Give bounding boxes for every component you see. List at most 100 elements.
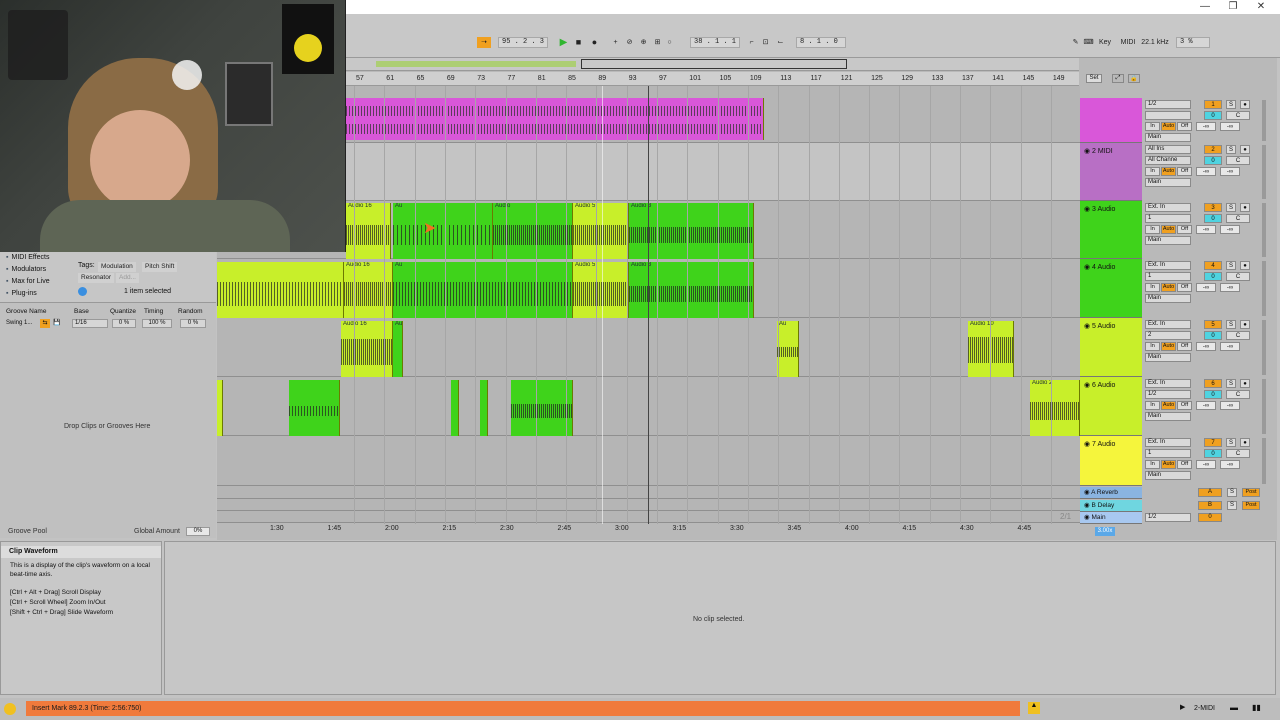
detail-toggle-icon[interactable]: ▬ bbox=[1230, 703, 1238, 712]
track-activator[interactable]: 2 bbox=[1204, 145, 1222, 154]
arm-button[interactable]: ● bbox=[1240, 379, 1250, 388]
send-b-field[interactable]: -∞ bbox=[1220, 122, 1240, 131]
send-b-field[interactable]: -∞ bbox=[1220, 225, 1240, 234]
return-activator[interactable]: A bbox=[1198, 488, 1222, 497]
track-header[interactable]: ◉ 2 MIDI bbox=[1080, 143, 1142, 201]
audio-clip[interactable]: Audio 2 bbox=[1030, 380, 1080, 436]
groove-quantize[interactable]: 0 % bbox=[112, 319, 136, 328]
input-type-select[interactable]: 1/2 bbox=[1145, 100, 1191, 109]
pan-field[interactable]: C bbox=[1226, 272, 1250, 281]
send-a-field[interactable]: -∞ bbox=[1196, 225, 1216, 234]
restore-icon[interactable]: ❐ bbox=[1226, 1, 1240, 13]
monitor-auto[interactable]: Auto bbox=[1161, 283, 1176, 292]
input-type-select[interactable]: Ext. In bbox=[1145, 438, 1191, 447]
midi-map-button[interactable]: MIDI bbox=[1118, 37, 1138, 48]
send-a-field[interactable]: -∞ bbox=[1196, 342, 1216, 351]
set-button[interactable]: Set bbox=[1086, 74, 1102, 83]
volume-field[interactable]: 0 bbox=[1204, 156, 1222, 165]
send-a-field[interactable]: -∞ bbox=[1196, 401, 1216, 410]
audio-clip[interactable]: Audio 16 bbox=[344, 262, 393, 318]
send-a-field[interactable]: -∞ bbox=[1196, 122, 1216, 131]
automation-arm-icon[interactable]: ⊘ bbox=[624, 37, 635, 48]
monitor-switch[interactable]: In Auto Off bbox=[1145, 342, 1192, 351]
input-channel-select[interactable] bbox=[1145, 111, 1191, 120]
monitor-switch[interactable]: In Auto Off bbox=[1145, 401, 1192, 410]
monitor-in[interactable]: In bbox=[1145, 460, 1160, 469]
monitor-auto[interactable]: Auto bbox=[1161, 342, 1176, 351]
computer-keyboard-icon[interactable]: ⌨ bbox=[1083, 37, 1094, 48]
global-amount-field[interactable]: 0% bbox=[186, 527, 210, 536]
arm-button[interactable]: ● bbox=[1240, 100, 1250, 109]
track-header[interactable]: ◉ 5 Audio bbox=[1080, 318, 1142, 377]
volume-field[interactable]: 0 bbox=[1204, 214, 1222, 223]
loop-icon[interactable]: ○ bbox=[664, 37, 675, 48]
groove-name[interactable]: Swing 1... bbox=[6, 320, 32, 326]
browser-item[interactable]: ▪ MIDI Effects bbox=[6, 252, 72, 263]
zoom-display[interactable]: 3.00x bbox=[1095, 527, 1115, 536]
play-small-icon[interactable]: ▶ bbox=[1180, 703, 1185, 711]
monitor-in[interactable]: In bbox=[1145, 167, 1160, 176]
browser-item[interactable]: ▪ Max for Live bbox=[6, 276, 72, 287]
track-header[interactable] bbox=[1080, 98, 1142, 143]
track-activator[interactable]: 4 bbox=[1204, 261, 1222, 270]
follow-icon[interactable]: ➝ bbox=[477, 37, 491, 48]
monitor-auto[interactable]: Auto bbox=[1161, 167, 1176, 176]
post-button[interactable]: Post bbox=[1242, 501, 1260, 510]
detail-view[interactable]: No clip selected. bbox=[164, 541, 1276, 695]
input-channel-select[interactable]: 1 bbox=[1145, 449, 1191, 458]
monitor-switch[interactable]: In Auto Off bbox=[1145, 122, 1192, 131]
send-b-field[interactable]: -∞ bbox=[1220, 342, 1240, 351]
monitor-auto[interactable]: Auto bbox=[1161, 401, 1176, 410]
record-icon[interactable]: ● bbox=[589, 37, 600, 48]
monitor-off[interactable]: Off bbox=[1177, 225, 1192, 234]
output-select[interactable]: Main bbox=[1145, 133, 1191, 142]
key-map-button[interactable]: Key bbox=[1096, 37, 1114, 48]
lock-icon[interactable]: 🔒 bbox=[1128, 74, 1140, 83]
pan-field[interactable]: C bbox=[1226, 390, 1250, 399]
monitor-in[interactable]: In bbox=[1145, 283, 1160, 292]
solo-button[interactable]: S bbox=[1226, 145, 1236, 154]
send-a-field[interactable]: -∞ bbox=[1196, 283, 1216, 292]
audio-clip[interactable] bbox=[217, 262, 344, 318]
monitor-switch[interactable]: In Auto Off bbox=[1145, 225, 1192, 234]
input-type-select[interactable]: All Ins bbox=[1145, 145, 1191, 154]
play-icon[interactable]: ▶ bbox=[558, 37, 569, 48]
save-icon[interactable]: 💾 bbox=[52, 319, 62, 328]
output-select[interactable]: Main bbox=[1145, 178, 1191, 187]
audio-clip[interactable] bbox=[511, 380, 573, 436]
stop-icon[interactable]: ■ bbox=[573, 37, 584, 48]
monitor-off[interactable]: Off bbox=[1177, 167, 1192, 176]
tag-chip[interactable]: Add... bbox=[116, 273, 139, 283]
arm-button[interactable]: ● bbox=[1240, 320, 1250, 329]
return-track-header[interactable]: ◉ A Reverb bbox=[1080, 487, 1142, 499]
send-a-field[interactable]: -∞ bbox=[1196, 167, 1216, 176]
audio-clip[interactable]: Au bbox=[393, 321, 403, 377]
return-activator[interactable]: 0 bbox=[1198, 513, 1222, 522]
main-input-select[interactable]: 1/2 bbox=[1145, 513, 1191, 522]
volume-field[interactable]: 0 bbox=[1204, 331, 1222, 340]
minimize-icon[interactable]: — bbox=[1198, 1, 1212, 13]
tempo-field[interactable]: 95 . 2 . 3 bbox=[498, 37, 548, 48]
volume-field[interactable]: 0 bbox=[1204, 449, 1222, 458]
audio-clip[interactable]: Au bbox=[777, 321, 799, 377]
track-header[interactable]: ◉ 4 Audio bbox=[1080, 259, 1142, 318]
monitor-off[interactable]: Off bbox=[1177, 122, 1192, 131]
track-activator[interactable]: 6 bbox=[1204, 379, 1222, 388]
return-activator[interactable]: B bbox=[1198, 501, 1222, 510]
monitor-auto[interactable]: Auto bbox=[1161, 225, 1176, 234]
return-track-header[interactable]: ◉ B Delay bbox=[1080, 500, 1142, 512]
monitor-off[interactable]: Off bbox=[1177, 283, 1192, 292]
volume-field[interactable]: 0 bbox=[1204, 390, 1222, 399]
draw-mode-icon[interactable]: ✎ bbox=[1070, 37, 1081, 48]
monitor-switch[interactable]: In Auto Off bbox=[1145, 460, 1192, 469]
monitor-in[interactable]: In bbox=[1145, 342, 1160, 351]
audio-clip[interactable] bbox=[480, 380, 488, 436]
send-b-field[interactable]: -∞ bbox=[1220, 460, 1240, 469]
track-activator[interactable]: 3 bbox=[1204, 203, 1222, 212]
solo-button[interactable]: S bbox=[1226, 100, 1236, 109]
output-select[interactable]: Main bbox=[1145, 412, 1191, 421]
audio-clip[interactable] bbox=[289, 380, 340, 436]
solo-button[interactable]: S bbox=[1226, 320, 1236, 329]
arm-button[interactable]: ● bbox=[1240, 145, 1250, 154]
browser-item[interactable]: ▪ Plug-ins bbox=[6, 288, 72, 299]
